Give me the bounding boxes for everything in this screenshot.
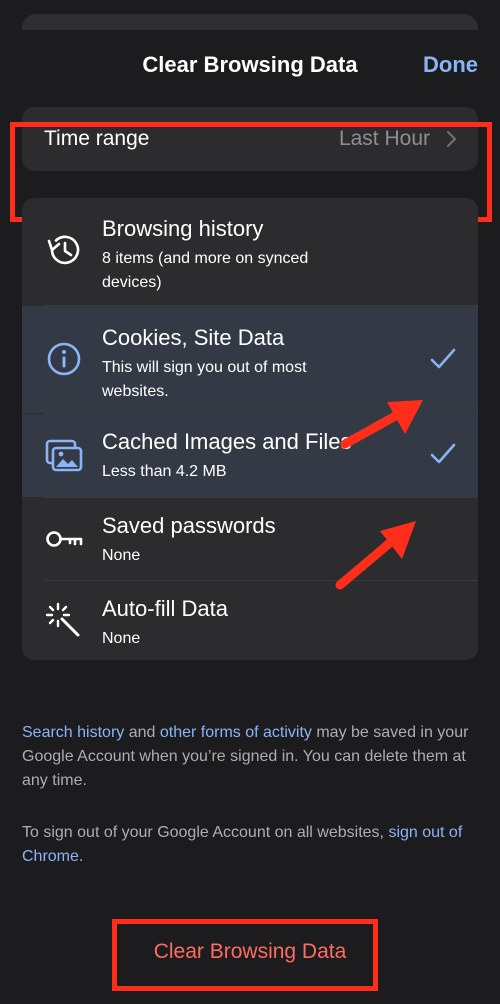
item-title: Cached Images and Files — [102, 429, 352, 454]
footer-paragraph-history: Search history and other forms of activi… — [22, 721, 478, 793]
search-history-link[interactable]: Search history — [22, 724, 124, 741]
history-icon — [47, 235, 80, 265]
footer-text: To sign out of your Google Account on al… — [22, 824, 389, 841]
images-icon — [45, 439, 83, 472]
list-item-browsing-history[interactable]: Browsing history 8 items (and more on sy… — [22, 198, 478, 305]
item-title: Cookies, Site Data — [102, 325, 285, 350]
annotation-arrow-icon — [340, 400, 423, 449]
done-button[interactable]: Done — [423, 52, 478, 78]
info-icon — [47, 342, 81, 376]
other-activity-link[interactable]: other forms of activity — [160, 724, 312, 741]
item-title: Auto-fill Data — [102, 596, 228, 621]
item-subtitle: Less than 4.2 MB — [102, 463, 227, 480]
footer-text: . — [78, 848, 84, 865]
footer-paragraph-signout: To sign out of your Google Account on al… — [22, 821, 478, 869]
sheet-header: Clear Browsing Data Done — [0, 30, 500, 102]
annotation-arrow-icon — [335, 521, 416, 590]
key-icon — [46, 531, 83, 547]
footer-text: and — [124, 724, 160, 741]
item-subtitle: This will sign you out of most websites. — [102, 359, 307, 400]
item-subtitle: None — [102, 547, 141, 564]
item-subtitle: None — [102, 630, 141, 647]
item-title: Saved passwords — [102, 513, 276, 538]
checkmark-icon — [430, 348, 456, 369]
annotation-highlight-clear-button — [112, 919, 378, 991]
magic-wand-icon — [45, 602, 80, 637]
item-title: Browsing history — [102, 216, 264, 241]
item-subtitle: 8 items (and more on synced devices) — [102, 250, 309, 291]
